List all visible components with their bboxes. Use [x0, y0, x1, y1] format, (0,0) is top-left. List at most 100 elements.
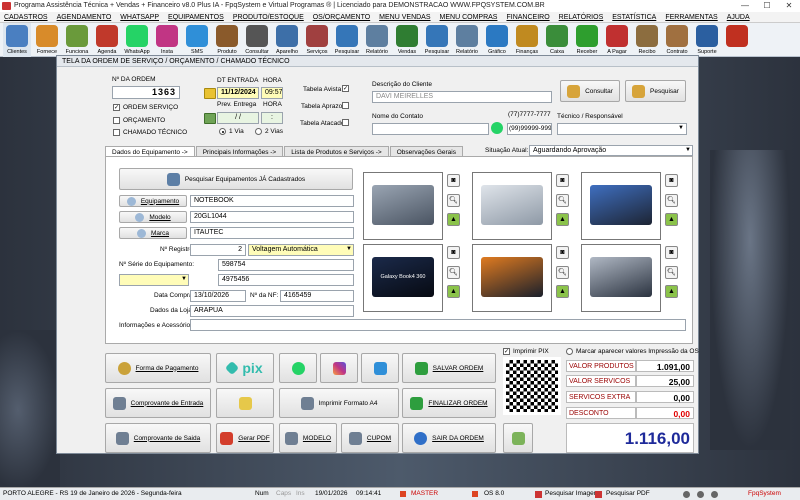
toolbar-button-pesquisar[interactable]: Pesquisar: [423, 23, 451, 57]
menu-financeiro[interactable]: FINANCEIRO: [506, 12, 549, 22]
orcamento-checkbox[interactable]: [113, 117, 120, 124]
note-button[interactable]: [216, 388, 274, 418]
search-equipment-button[interactable]: Pesquisar Equipamentos JÁ Cadastrados: [119, 168, 353, 190]
calendar-icon[interactable]: [204, 88, 216, 99]
toolbar-button-whatsapp[interactable]: WhatsApp: [123, 23, 151, 57]
toolbar-button-consultar[interactable]: Consultar: [243, 23, 271, 57]
zoom-icon[interactable]: 🔍︎: [556, 266, 569, 279]
equipment-photo-2[interactable]: [472, 172, 552, 240]
pesquisar-cliente-button[interactable]: Pesquisar: [625, 80, 686, 102]
toolbar-button-aparelho[interactable]: Aparelho: [273, 23, 301, 57]
upload-icon[interactable]: ▲: [556, 285, 569, 298]
marcar-valores-radio[interactable]: [566, 348, 573, 355]
nf-field[interactable]: 4165459: [280, 290, 354, 302]
camera-icon[interactable]: ◙: [665, 246, 678, 259]
consultar-button[interactable]: Consultar: [560, 80, 620, 102]
gerar-pdf-button[interactable]: Gerar PDF: [216, 423, 274, 453]
modelo-button[interactable]: Modelo: [119, 211, 187, 223]
toolbar-button-clientes[interactable]: Clientes: [3, 23, 31, 57]
map-button[interactable]: [503, 423, 533, 453]
salvar-ordem-button[interactable]: SALVAR ORDEM: [402, 353, 496, 383]
finalizar-ordem-button[interactable]: FINALIZAR ORDEM: [402, 388, 496, 418]
order-number-field[interactable]: 1363: [112, 86, 180, 99]
extra-field[interactable]: 4975456: [218, 274, 354, 286]
camera-icon[interactable]: ◙: [556, 174, 569, 187]
zoom-icon[interactable]: 🔍︎: [665, 194, 678, 207]
toolbar-button-recibo[interactable]: Recibo: [633, 23, 661, 57]
toolbar-button-relat-rio[interactable]: Relatório: [363, 23, 391, 57]
toolbar-button-relat-rio[interactable]: Relatório: [453, 23, 481, 57]
dt-entrada-field[interactable]: 11/12/2024: [217, 87, 259, 99]
maximize-button[interactable]: ☐: [756, 0, 778, 12]
phone2-field[interactable]: (99)99999-9999: [507, 123, 552, 135]
imprimir-pix-checkbox[interactable]: ✓: [503, 348, 510, 355]
zoom-icon[interactable]: 🔍︎: [447, 266, 460, 279]
minimize-button[interactable]: —: [734, 0, 756, 12]
menu-cadastros[interactable]: CADASTROS: [4, 12, 48, 22]
toolbar-button-vendas[interactable]: Vendas: [393, 23, 421, 57]
serie-field[interactable]: 598754: [218, 259, 354, 271]
close-button[interactable]: ✕: [778, 0, 800, 12]
instagram-button[interactable]: [320, 353, 358, 383]
zoom-icon[interactable]: 🔍︎: [556, 194, 569, 207]
comprovante-entrada-button[interactable]: Comprovante de Entrada: [105, 388, 211, 418]
upload-icon[interactable]: ▲: [665, 285, 678, 298]
prev-entrega-field[interactable]: / /: [217, 112, 259, 124]
sair-ordem-button[interactable]: SAIR DA ORDEM: [402, 423, 496, 453]
toolbar-button-fornece[interactable]: Fornece: [33, 23, 61, 57]
compra-field[interactable]: 13/10/2026: [190, 290, 246, 302]
tabela-atacado-checkbox[interactable]: [342, 119, 349, 126]
upload-icon[interactable]: ▲: [556, 213, 569, 226]
info-field[interactable]: [190, 319, 686, 331]
via2-radio[interactable]: [255, 128, 262, 135]
toolbar-button-receber[interactable]: Receber: [573, 23, 601, 57]
menu-menu-compras[interactable]: MENU COMPRAS: [440, 12, 498, 22]
menu-whatsapp[interactable]: WHATSAPP: [120, 12, 159, 22]
upload-icon[interactable]: ▲: [447, 285, 460, 298]
menu-os-or-amento[interactable]: OS/ORÇAMENTO: [313, 12, 370, 22]
upload-icon[interactable]: ▲: [665, 213, 678, 226]
menu-estat-stica[interactable]: ESTATÍSTICA: [612, 12, 656, 22]
toolbar-button-exit[interactable]: [723, 23, 751, 57]
menu-ajuda[interactable]: AJUDA: [727, 12, 750, 22]
toolbar-button-sms[interactable]: SMS: [183, 23, 211, 57]
registro-field[interactable]: 2: [190, 244, 246, 256]
equipment-photo-5[interactable]: [472, 244, 552, 312]
toolbar-button-a-pagar[interactable]: A Pagar: [603, 23, 631, 57]
chamado-tecnico-checkbox[interactable]: [113, 129, 120, 136]
situacao-select[interactable]: Aguardando Aprovação: [529, 145, 693, 156]
equipamento-field[interactable]: NOTEBOOK: [190, 195, 354, 207]
calendar-green-icon[interactable]: [204, 113, 216, 124]
equipment-photo-6[interactable]: [581, 244, 661, 312]
tabela-avista-checkbox[interactable]: ✓: [342, 85, 349, 92]
menu-agendamento[interactable]: AGENDAMENTO: [57, 12, 112, 22]
toolbar-button-caixa[interactable]: Caixa: [543, 23, 571, 57]
toolbar-button-finan-as[interactable]: Finanças: [513, 23, 541, 57]
contato-field[interactable]: [372, 123, 489, 135]
imprimir-a4-button[interactable]: Imprimir Formato A4: [279, 388, 399, 418]
cliente-field[interactable]: DAVI MEIRELLES: [372, 91, 552, 103]
extra-select[interactable]: [119, 274, 189, 286]
toolbar-button-produto[interactable]: Produto: [213, 23, 241, 57]
marca-field[interactable]: ITAUTEC: [190, 227, 354, 239]
tabela-aprazo-checkbox[interactable]: [342, 102, 349, 109]
pesquisar-pdf-link[interactable]: Pesquisar PDF: [606, 488, 650, 500]
toolbar-button-pesquisar[interactable]: Pesquisar: [333, 23, 361, 57]
whatsapp-button[interactable]: [279, 353, 317, 383]
loja-field[interactable]: ARAPUA: [190, 305, 354, 317]
camera-icon[interactable]: ◙: [556, 246, 569, 259]
hora2-field[interactable]: :: [261, 112, 283, 124]
equipment-photo-4[interactable]: Galaxy Book4 360: [363, 244, 443, 312]
camera-icon[interactable]: ◙: [665, 174, 678, 187]
menu-relat-rios[interactable]: RELATÓRIOS: [559, 12, 604, 22]
modelo-print-button[interactable]: MODELO: [279, 423, 337, 453]
menu-equipamentos[interactable]: EQUIPAMENTOS: [168, 12, 224, 22]
equipment-photo-3[interactable]: [581, 172, 661, 240]
modelo-field[interactable]: 20GL1044: [190, 211, 354, 223]
via1-radio[interactable]: [219, 128, 226, 135]
ordem-servico-checkbox[interactable]: ✓: [113, 104, 120, 111]
toolbar-button-servi-os[interactable]: Serviços: [303, 23, 331, 57]
toolbar-button-agenda[interactable]: Agenda: [93, 23, 121, 57]
whatsapp-icon[interactable]: [491, 122, 503, 134]
upload-icon[interactable]: ▲: [447, 213, 460, 226]
